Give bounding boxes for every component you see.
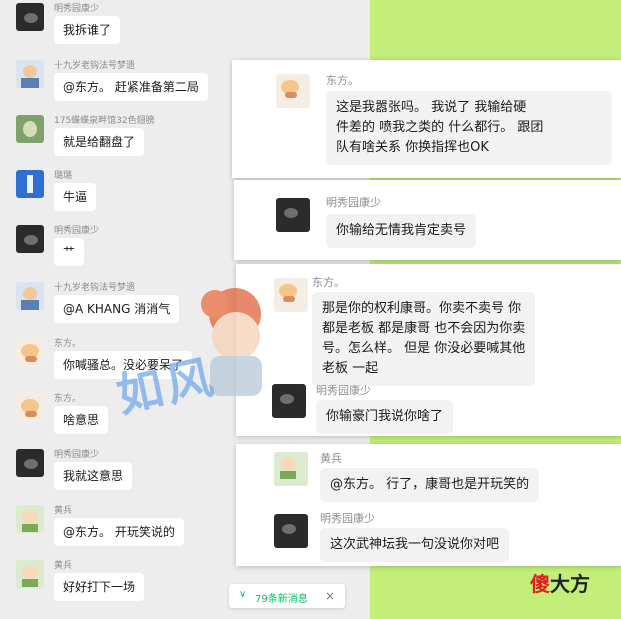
brand-part-black: 大方	[550, 572, 590, 596]
sender-name: 明秀园康少	[54, 226, 100, 236]
sender-name: 明秀园康少	[316, 384, 371, 397]
sender-name: 十九岁老钩法号梦遗	[54, 283, 136, 293]
avatar[interactable]	[16, 282, 44, 310]
avatar[interactable]	[274, 514, 308, 548]
message-line: 号。怎么样。 但是 你没必要喊其他	[322, 341, 526, 356]
new-messages-button[interactable]: ∨ 79条新消息 ×	[229, 584, 345, 608]
message-bubble[interactable]: 艹	[54, 238, 85, 266]
sender-name: 黄兵	[320, 452, 342, 465]
avatar[interactable]	[16, 338, 44, 366]
sender-name: 东方。	[312, 276, 345, 289]
message-line: 都是老板 都是康哥 也不会因为你卖	[322, 321, 526, 336]
screenshot-card: 明秀园康少 你输给无情我肯定卖号	[234, 180, 621, 260]
message-bubble[interactable]: 好好打下一场	[54, 573, 145, 601]
new-messages-label: 79条新消息	[255, 594, 308, 605]
message-bubble[interactable]: 这次武神坛我一句没说你对吧	[320, 528, 510, 562]
message-bubble[interactable]: @东方。 赶紧准备第二局	[54, 73, 208, 101]
avatar[interactable]	[16, 505, 44, 533]
message-bubble[interactable]: 我就这意思	[54, 462, 133, 490]
message-bubble[interactable]: 那是你的权利康哥。你卖不卖号 你 都是老板 都是康哥 也不会因为你卖 号。怎么样…	[312, 292, 536, 386]
avatar[interactable]	[16, 115, 44, 143]
message-bubble[interactable]: @东方。 行了，康哥也是开玩笑的	[320, 468, 540, 502]
avatar[interactable]	[16, 560, 44, 588]
sender-name: 明秀园康少	[54, 4, 100, 14]
avatar[interactable]	[16, 449, 44, 477]
avatar[interactable]	[276, 74, 310, 108]
close-icon[interactable]: ×	[325, 589, 335, 603]
avatar[interactable]	[16, 3, 44, 31]
sender-name: 东方。	[326, 74, 359, 87]
message-bubble[interactable]: 就是给翻盘了	[54, 128, 145, 156]
avatar[interactable]	[16, 393, 44, 421]
message-line: 队有啥关系 你换指挥也OK	[336, 140, 489, 155]
message-bubble[interactable]: 我拆谁了	[54, 16, 121, 44]
sender-name: 黄兵	[54, 561, 73, 571]
sender-name: 璐璐	[54, 171, 73, 181]
message-bubble[interactable]: @A KHANG 消消气	[54, 295, 180, 323]
sender-name: 明秀园康少	[320, 512, 375, 525]
sender-name: 明秀园康少	[54, 450, 100, 460]
message-bubble[interactable]: 你输给无情我肯定卖号	[326, 214, 477, 248]
message-line: 那是你的权利康哥。你卖不卖号 你	[322, 301, 522, 316]
message-bubble[interactable]: 啥意思	[54, 406, 109, 434]
sender-name: 175蝶蝶泉畔馆32色翅膀	[54, 116, 155, 126]
message-line: 老板 一起	[322, 361, 379, 376]
chevron-down-icon: ∨	[239, 589, 247, 600]
brand-part-red: 傻	[530, 572, 550, 596]
avatar[interactable]	[16, 225, 44, 253]
sender-name: 黄兵	[54, 506, 73, 516]
sender-name: 东方。	[54, 394, 82, 404]
avatar[interactable]	[16, 170, 44, 198]
message-bubble[interactable]: 牛逼	[54, 183, 97, 211]
message-bubble[interactable]: 这是我嚣张吗。 我说了 我输给硬 件差的 喷我之类的 什么都行。 跟团 队有啥关…	[326, 91, 612, 165]
sender-name: 十九岁老钩法号梦遗	[54, 61, 136, 71]
sender-name: 东方。	[54, 339, 82, 349]
brand-logo: 傻大方	[530, 568, 590, 597]
screenshot-card: 东方。 那是你的权利康哥。你卖不卖号 你 都是老板 都是康哥 也不会因为你卖 号…	[236, 264, 621, 436]
message-bubble[interactable]: 你输豪门我说你啥了	[316, 400, 454, 434]
screenshot-card: 黄兵 @东方。 行了，康哥也是开玩笑的 明秀园康少 这次武神坛我一句没说你对吧	[236, 444, 621, 566]
avatar[interactable]	[16, 60, 44, 88]
message-line: 件差的 喷我之类的 什么都行。 跟团	[336, 120, 544, 135]
avatar[interactable]	[276, 198, 310, 232]
message-bubble[interactable]: @东方。 开玩笑说的	[54, 518, 184, 546]
avatar[interactable]	[274, 452, 308, 486]
message-line: 这是我嚣张吗。 我说了 我输给硬	[336, 100, 527, 115]
sender-name: 明秀园康少	[326, 196, 381, 209]
screenshot-card: 东方。 这是我嚣张吗。 我说了 我输给硬 件差的 喷我之类的 什么都行。 跟团 …	[232, 60, 621, 178]
